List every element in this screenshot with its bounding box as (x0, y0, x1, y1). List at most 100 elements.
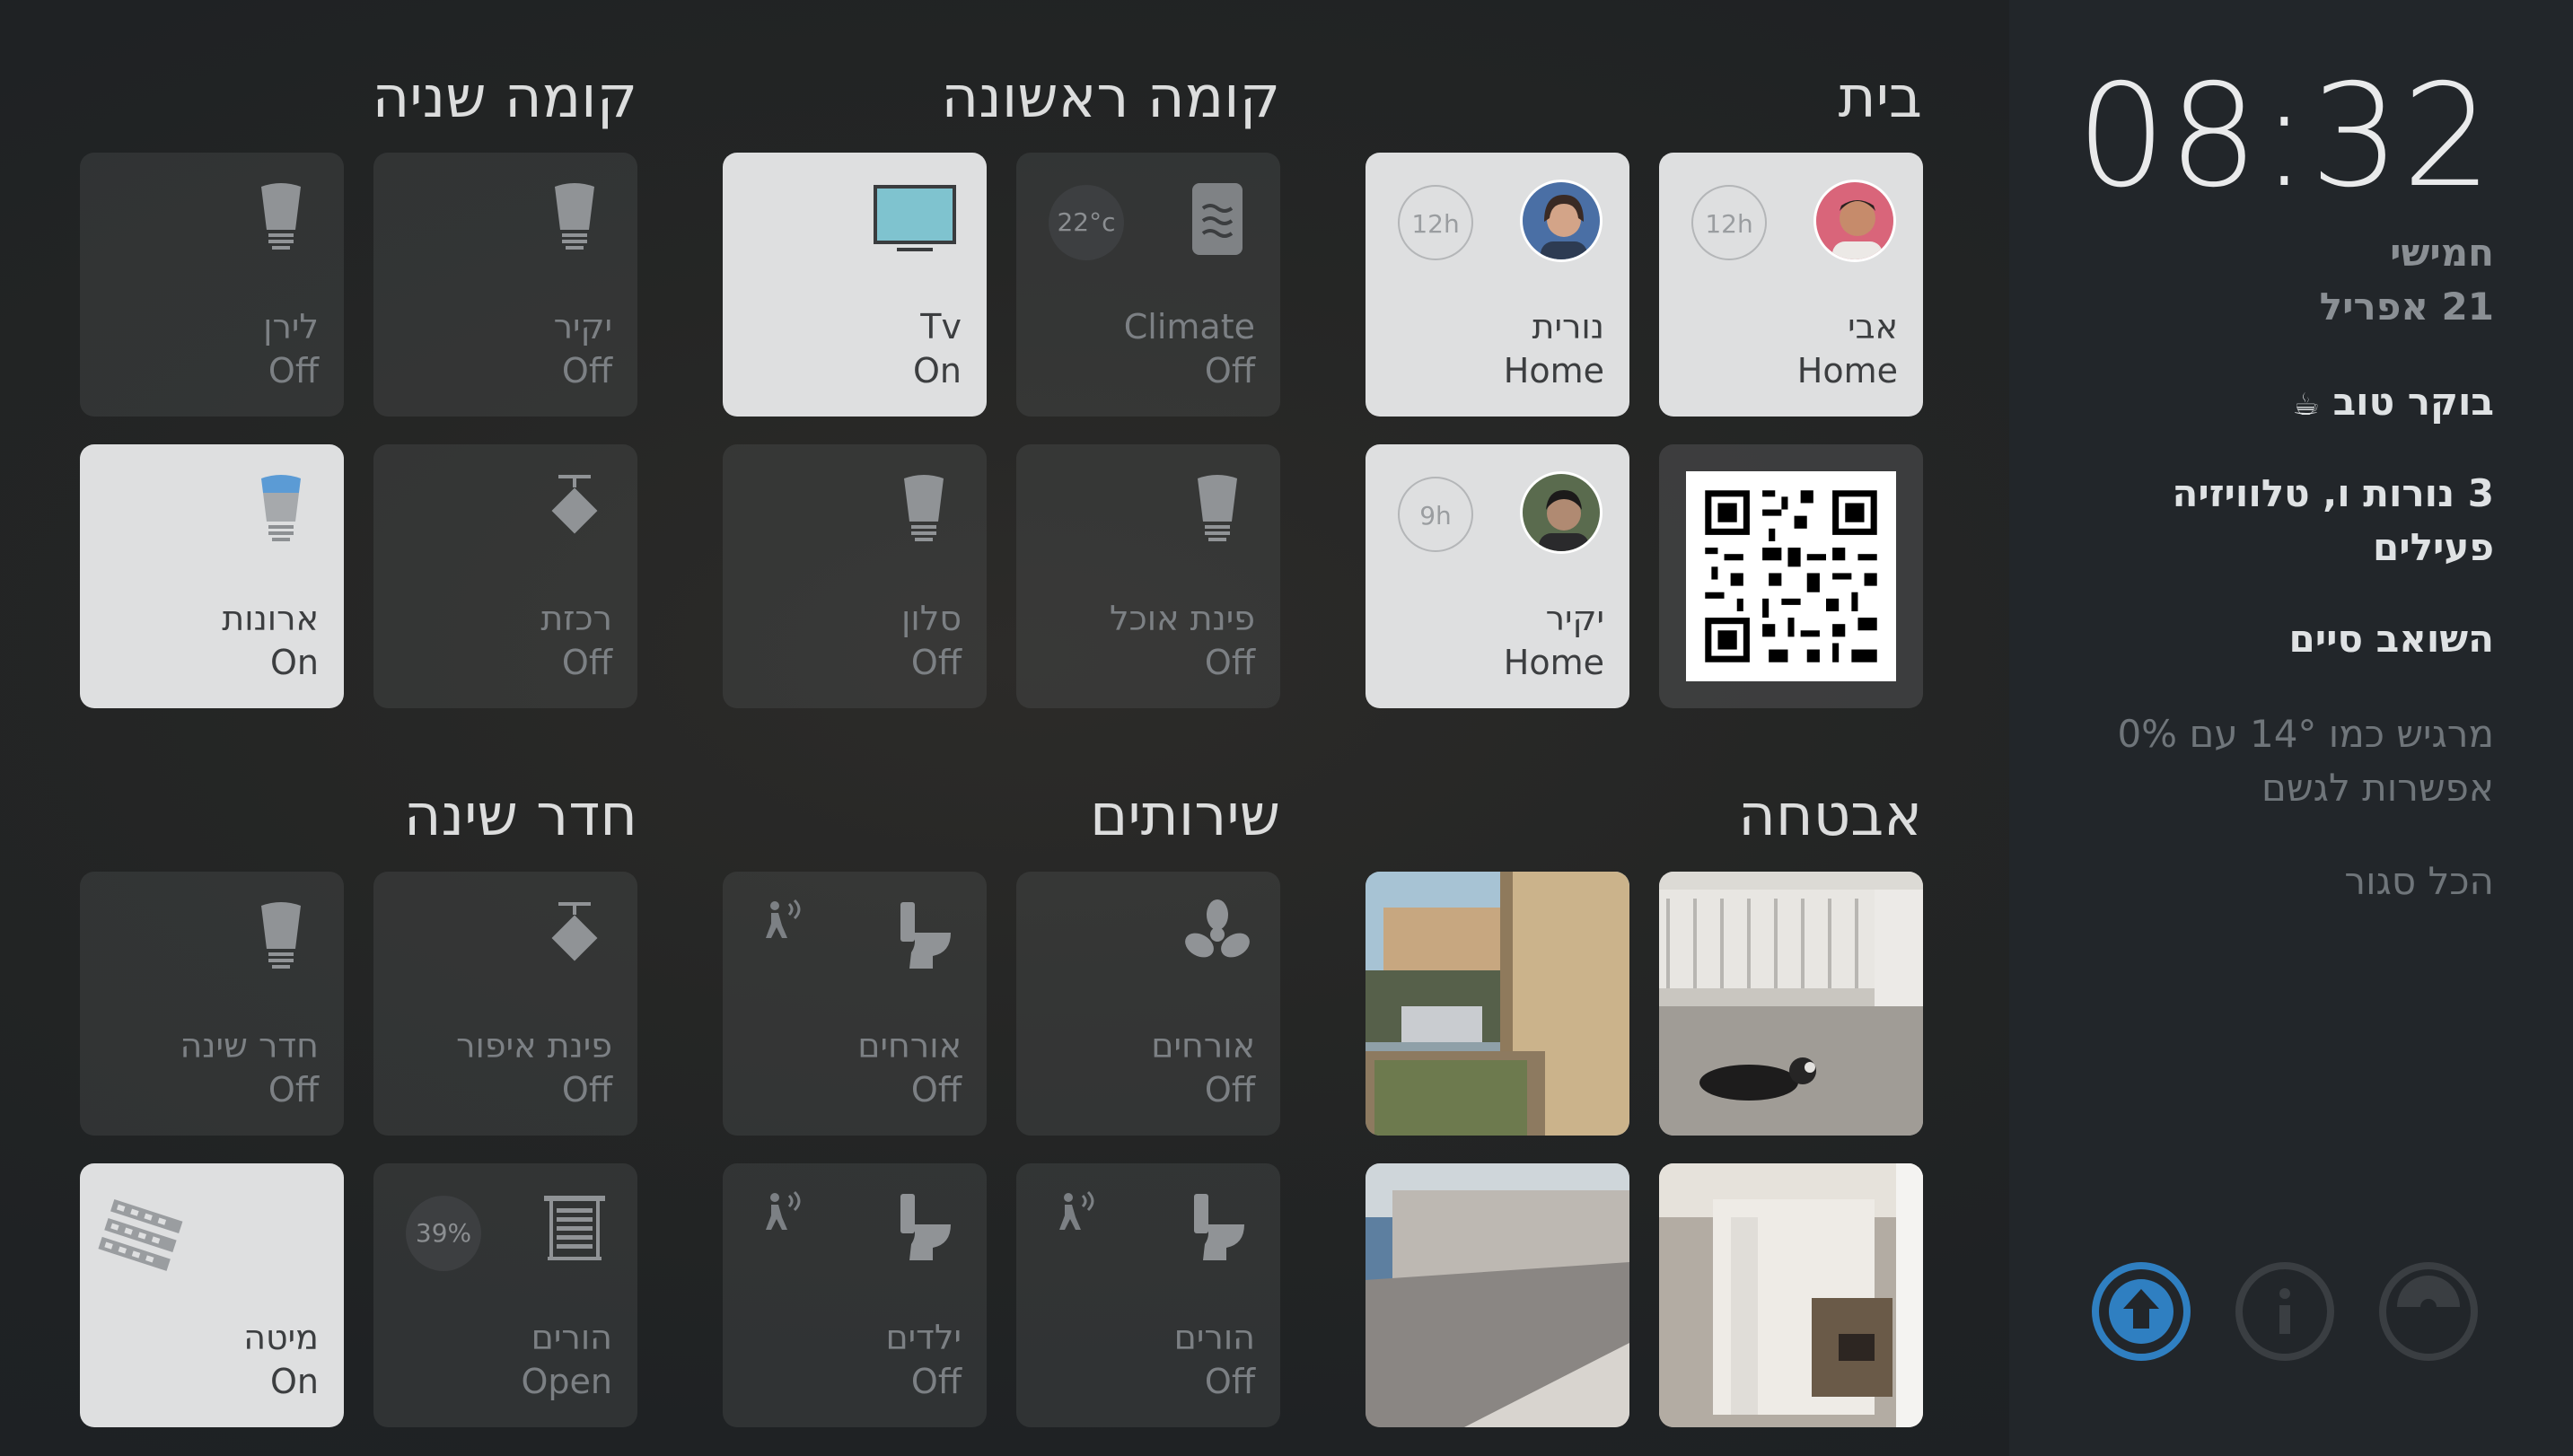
person-tile-avi[interactable]: 12h אבי Home (1659, 153, 1923, 417)
person-state: Home (1503, 643, 1604, 682)
tile-state: Open (521, 1362, 613, 1401)
tile-state: Off (910, 1070, 962, 1110)
tile-state: Off (268, 351, 319, 390)
doors-status: הכל סגור (2344, 859, 2494, 903)
toilet-tile-kids[interactable]: ילדים Off (723, 1163, 987, 1427)
person-tile-yakir[interactable]: 9h יקיר Home (1366, 444, 1629, 708)
person-name: נורית (1532, 307, 1605, 346)
greeting-label: בוקר טוב (2332, 380, 2494, 424)
camera-image (1659, 1163, 1923, 1427)
led-strip-icon (98, 1199, 183, 1271)
person-state: Home (1796, 351, 1898, 390)
section-title-bedroom: חדר שינה (403, 783, 637, 849)
light-tile-dining[interactable]: פינת אוכל Off (1016, 444, 1280, 708)
bulb-icon (261, 902, 301, 969)
avatar (1520, 180, 1603, 262)
camera-feed-2[interactable] (1366, 872, 1629, 1136)
section-title-home: בית (1838, 65, 1922, 131)
light-tile-living-room[interactable]: סלון Off (723, 444, 987, 708)
tile-state: Off (910, 1362, 962, 1401)
toilet-tile-guests[interactable]: אורחים Off (723, 872, 987, 1136)
camera-feed-3[interactable] (1659, 1163, 1923, 1427)
vacuum-button[interactable] (2379, 1262, 2478, 1361)
spotlight-icon (551, 902, 598, 961)
tile-state: Off (1204, 1070, 1255, 1110)
person-name: יקיר (1545, 599, 1604, 638)
tile-state: Off (561, 643, 612, 682)
person-state: Home (1503, 351, 1604, 390)
toilet-icon (900, 902, 951, 969)
led-strip-tile-bed[interactable]: מיטה On (80, 1163, 344, 1427)
camera-image (1366, 872, 1629, 1136)
person-tile-nurit[interactable]: 12h נורית Home (1366, 153, 1629, 417)
toilet-tile-parents[interactable]: הורים Off (1016, 1163, 1280, 1427)
duration-badge: 12h (1398, 185, 1473, 260)
light-tile-closets[interactable]: ארונות On (80, 444, 344, 708)
tile-name: אורחים (1151, 1026, 1255, 1066)
spotlight-icon (551, 475, 598, 534)
tile-name: חדר שינה (180, 1026, 319, 1066)
tile-name: סלון (901, 599, 962, 638)
section-title-first-floor: קומה ראשונה (941, 65, 1280, 131)
lights-status-line1: 3 נורות ו, טלוויזיה (2172, 471, 2495, 515)
tile-state: On (270, 643, 319, 682)
climate-tile[interactable]: 22°c Climate Off (1016, 153, 1280, 417)
light-tile-yakir[interactable]: יקיר Off (373, 153, 637, 417)
section-title-second-floor: קומה שניה (372, 65, 637, 131)
section-title-security: אבטחה (1738, 783, 1922, 849)
upload-icon (2109, 1279, 2173, 1344)
spotlight-tile-makeup[interactable]: פינת איפור Off (373, 872, 637, 1136)
position-badge: 39% (406, 1196, 481, 1271)
tile-name: Tv (920, 307, 962, 346)
motion-sensor-icon (766, 1190, 801, 1230)
toilet-icon (900, 1194, 951, 1260)
camera-feed-1[interactable] (1659, 872, 1923, 1136)
tile-state: Off (268, 1070, 319, 1110)
lights-status-line2: פעילים (2373, 525, 2494, 569)
upload-button[interactable] (2092, 1262, 2191, 1361)
tile-name: פינת אוכל (1110, 599, 1255, 638)
tile-name: יקיר (553, 307, 612, 346)
tile-name: לירן (263, 307, 319, 346)
weather-line2: אפשרות לגשם (2261, 766, 2494, 810)
duration-badge: 9h (1398, 477, 1473, 552)
clock: 08:32 (2076, 54, 2494, 219)
info-button[interactable] (2235, 1262, 2334, 1361)
date-label: 21 אפריל (2319, 285, 2494, 329)
camera-feed-4[interactable] (1366, 1163, 1629, 1427)
toilet-icon (1194, 1194, 1244, 1260)
tile-name: מיטה (243, 1318, 319, 1357)
tile-name: פינת איפור (456, 1026, 612, 1066)
tile-state: Off (1204, 351, 1255, 390)
bulb-icon (555, 183, 594, 250)
tile-state: Off (910, 643, 962, 682)
weather-line1: מרגיש כמו 14° עם 0% (2117, 712, 2494, 756)
duration-badge: 12h (1691, 185, 1767, 260)
tile-state: Off (561, 351, 612, 390)
light-tile-liran[interactable]: לירן Off (80, 153, 344, 417)
bulb-icon (261, 475, 301, 541)
spotlight-tile-hub[interactable]: רכזת Off (373, 444, 637, 708)
climate-icon (1192, 183, 1243, 255)
tile-state: On (913, 351, 962, 390)
camera-image (1659, 872, 1923, 1136)
avatar (1813, 180, 1896, 262)
tv-tile[interactable]: Tv On (723, 153, 987, 417)
section-title-services: שירותים (1089, 783, 1280, 849)
tile-state: On (270, 1362, 319, 1401)
avatar (1520, 471, 1603, 554)
sidebar: 08:32 חמישי 21 אפריל בוקר טוב ☕ 3 נורות … (2009, 0, 2573, 1456)
blinds-tile-parents[interactable]: 39% הורים Open (373, 1163, 637, 1427)
person-name: אבי (1848, 307, 1898, 346)
tile-name: הורים (531, 1318, 612, 1357)
coffee-icon: ☕ (2292, 387, 2320, 423)
motion-sensor-icon (1059, 1190, 1094, 1230)
fan-tile-guests[interactable]: אורחים Off (1016, 872, 1280, 1136)
light-tile-bedroom[interactable]: חדר שינה Off (80, 872, 344, 1136)
qr-code-icon (1686, 471, 1896, 681)
bulb-icon (1198, 475, 1237, 541)
tile-name: Climate (1123, 307, 1255, 346)
qr-code-tile[interactable] (1659, 444, 1923, 708)
camera-image (1366, 1163, 1629, 1427)
vacuum-status: השואב סיים (2288, 617, 2494, 661)
